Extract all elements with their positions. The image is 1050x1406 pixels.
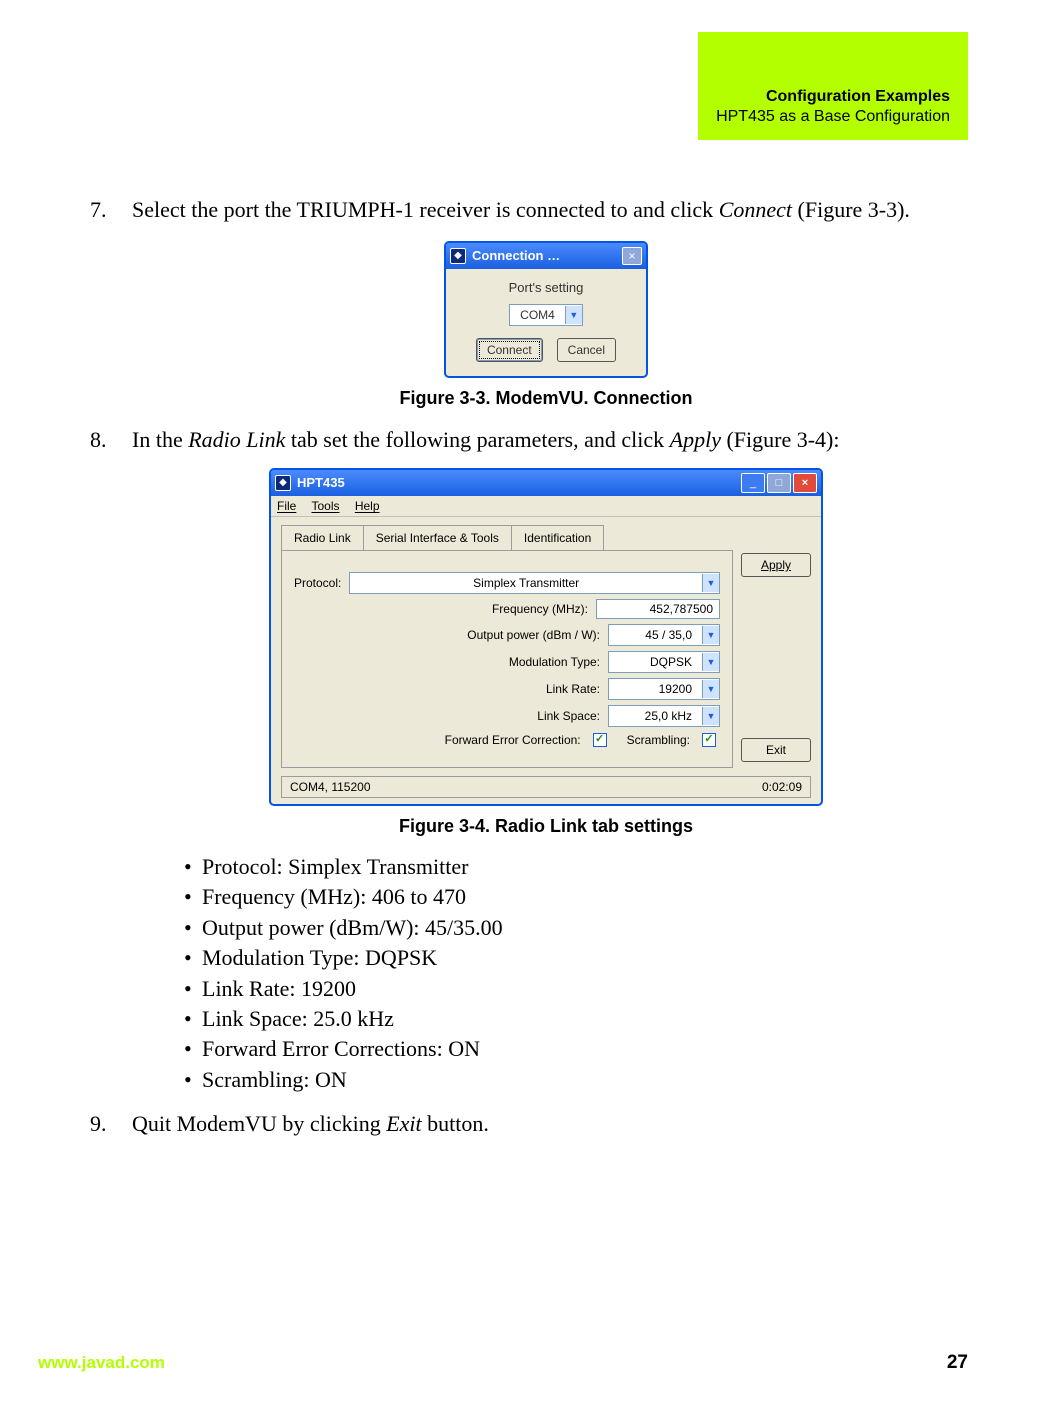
cancel-button[interactable]: Cancel <box>557 338 616 362</box>
tab-serial[interactable]: Serial Interface & Tools <box>363 525 512 549</box>
protocol-label: Protocol: <box>294 575 341 591</box>
step-num: 8. <box>90 425 107 455</box>
chevron-down-icon: ▼ <box>702 707 719 725</box>
port-value: COM4 <box>510 307 565 323</box>
app-icon: ◆ <box>450 248 466 264</box>
menu-tools[interactable]: Tools <box>311 499 339 513</box>
exit-button[interactable]: Exit <box>741 738 811 762</box>
link-rate-value: 19200 <box>609 681 702 697</box>
figure-3-3: ◆ Connection … × Port's setting COM4 ▼ C… <box>132 241 960 379</box>
chevron-down-icon: ▼ <box>702 653 719 671</box>
link-space-value: 25,0 kHz <box>609 708 702 724</box>
step-num: 9. <box>90 1109 107 1139</box>
frequency-input[interactable]: 452,787500 <box>596 599 720 619</box>
output-power-select[interactable]: 45 / 35,0 ▼ <box>608 624 720 646</box>
list-item: Scrambling: ON <box>184 1065 960 1095</box>
chevron-down-icon: ▼ <box>702 626 719 644</box>
hpt435-window: ◆ HPT435 _ □ × File Tools Help <box>269 468 823 806</box>
figure-3-4-caption: Figure 3-4. Radio Link tab settings <box>132 814 960 838</box>
step-text: Quit ModemVU by clicking Exit button. <box>132 1111 489 1136</box>
ports-setting-label: Port's setting <box>458 279 634 297</box>
tab-strip: Radio Link Serial Interface & Tools Iden… <box>281 525 733 549</box>
tab-identification[interactable]: Identification <box>511 525 604 549</box>
tab-radio-link[interactable]: Radio Link <box>281 525 364 549</box>
menu-file[interactable]: File <box>277 499 296 513</box>
connect-button[interactable]: Connect <box>476 338 543 362</box>
fec-checkbox[interactable]: ✓ <box>593 733 607 747</box>
connection-titlebar: ◆ Connection … × <box>446 243 646 269</box>
step-text: Select the port the TRIUMPH-1 receiver i… <box>132 197 910 222</box>
page-footer: www.javad.com 27 <box>0 1352 1050 1374</box>
page-body: 7. Select the port the TRIUMPH-1 receive… <box>90 195 960 1151</box>
scrambling-checkbox[interactable]: ✓ <box>702 733 716 747</box>
link-space-select[interactable]: 25,0 kHz ▼ <box>608 705 720 727</box>
modulation-select[interactable]: DQPSK ▼ <box>608 651 720 673</box>
step-num: 7. <box>90 195 107 225</box>
radio-link-tabpage: Protocol: Simplex Transmitter ▼ Frequenc… <box>281 550 733 768</box>
close-icon[interactable]: × <box>793 473 817 493</box>
chevron-down-icon: ▼ <box>702 574 719 592</box>
app-icon: ◆ <box>275 475 291 491</box>
link-space-label: Link Space: <box>537 708 600 724</box>
list-item: Modulation Type: DQPSK <box>184 943 960 973</box>
page-number: 27 <box>947 1352 968 1374</box>
list-item: Output power (dBm/W): 45/35.00 <box>184 913 960 943</box>
header-title: Configuration Examples <box>716 88 950 106</box>
step-text: In the Radio Link tab set the following … <box>132 427 840 452</box>
header-subtitle: HPT435 as a Base Configuration <box>716 108 950 126</box>
protocol-value: Simplex Transmitter <box>350 575 702 591</box>
link-rate-label: Link Rate: <box>546 681 600 697</box>
status-bar: COM4, 115200 0:02:09 <box>281 776 811 798</box>
close-icon[interactable]: × <box>622 247 642 265</box>
chevron-down-icon: ▼ <box>702 680 719 698</box>
footer-url: www.javad.com <box>38 1353 165 1373</box>
figure-3-4: ◆ HPT435 _ □ × File Tools Help <box>132 468 960 806</box>
modulation-label: Modulation Type: <box>509 654 600 670</box>
frequency-label: Frequency (MHz): <box>492 601 588 617</box>
connection-title: Connection … <box>472 247 616 265</box>
maximize-icon[interactable]: □ <box>767 473 791 493</box>
apply-button[interactable]: Apply <box>741 553 811 577</box>
minimize-icon[interactable]: _ <box>741 473 765 493</box>
list-item: Protocol: Simplex Transmitter <box>184 852 960 882</box>
list-item: Frequency (MHz): 406 to 470 <box>184 882 960 912</box>
fec-label: Forward Error Correction: <box>445 732 581 748</box>
list-item: Forward Error Corrections: ON <box>184 1034 960 1064</box>
connection-dialog: ◆ Connection … × Port's setting COM4 ▼ C… <box>444 241 648 379</box>
scrambling-label: Scrambling: <box>627 732 690 748</box>
menu-bar: File Tools Help <box>271 496 821 517</box>
protocol-select[interactable]: Simplex Transmitter ▼ <box>349 572 720 594</box>
port-select[interactable]: COM4 ▼ <box>509 304 583 326</box>
parameter-list: Protocol: Simplex Transmitter Frequency … <box>184 852 960 1095</box>
step-9: 9. Quit ModemVU by clicking Exit button. <box>90 1109 960 1139</box>
status-timer: 0:02:09 <box>762 779 802 795</box>
modulation-value: DQPSK <box>609 654 702 670</box>
page-header-tab: Configuration Examples HPT435 as a Base … <box>698 32 968 140</box>
chevron-down-icon: ▼ <box>565 306 582 324</box>
link-rate-select[interactable]: 19200 ▼ <box>608 678 720 700</box>
figure-3-3-caption: Figure 3-3. ModemVU. Connection <box>132 386 960 410</box>
hpt435-titlebar: ◆ HPT435 _ □ × <box>271 470 821 496</box>
step-8: 8. In the Radio Link tab set the followi… <box>90 425 960 1095</box>
list-item: Link Rate: 19200 <box>184 974 960 1004</box>
menu-help[interactable]: Help <box>355 499 380 513</box>
hpt435-title: HPT435 <box>297 474 735 492</box>
output-power-label: Output power (dBm / W): <box>467 627 600 643</box>
output-power-value: 45 / 35,0 <box>609 627 702 643</box>
status-connection: COM4, 115200 <box>290 779 371 795</box>
list-item: Link Space: 25.0 kHz <box>184 1004 960 1034</box>
step-7: 7. Select the port the TRIUMPH-1 receive… <box>90 195 960 411</box>
